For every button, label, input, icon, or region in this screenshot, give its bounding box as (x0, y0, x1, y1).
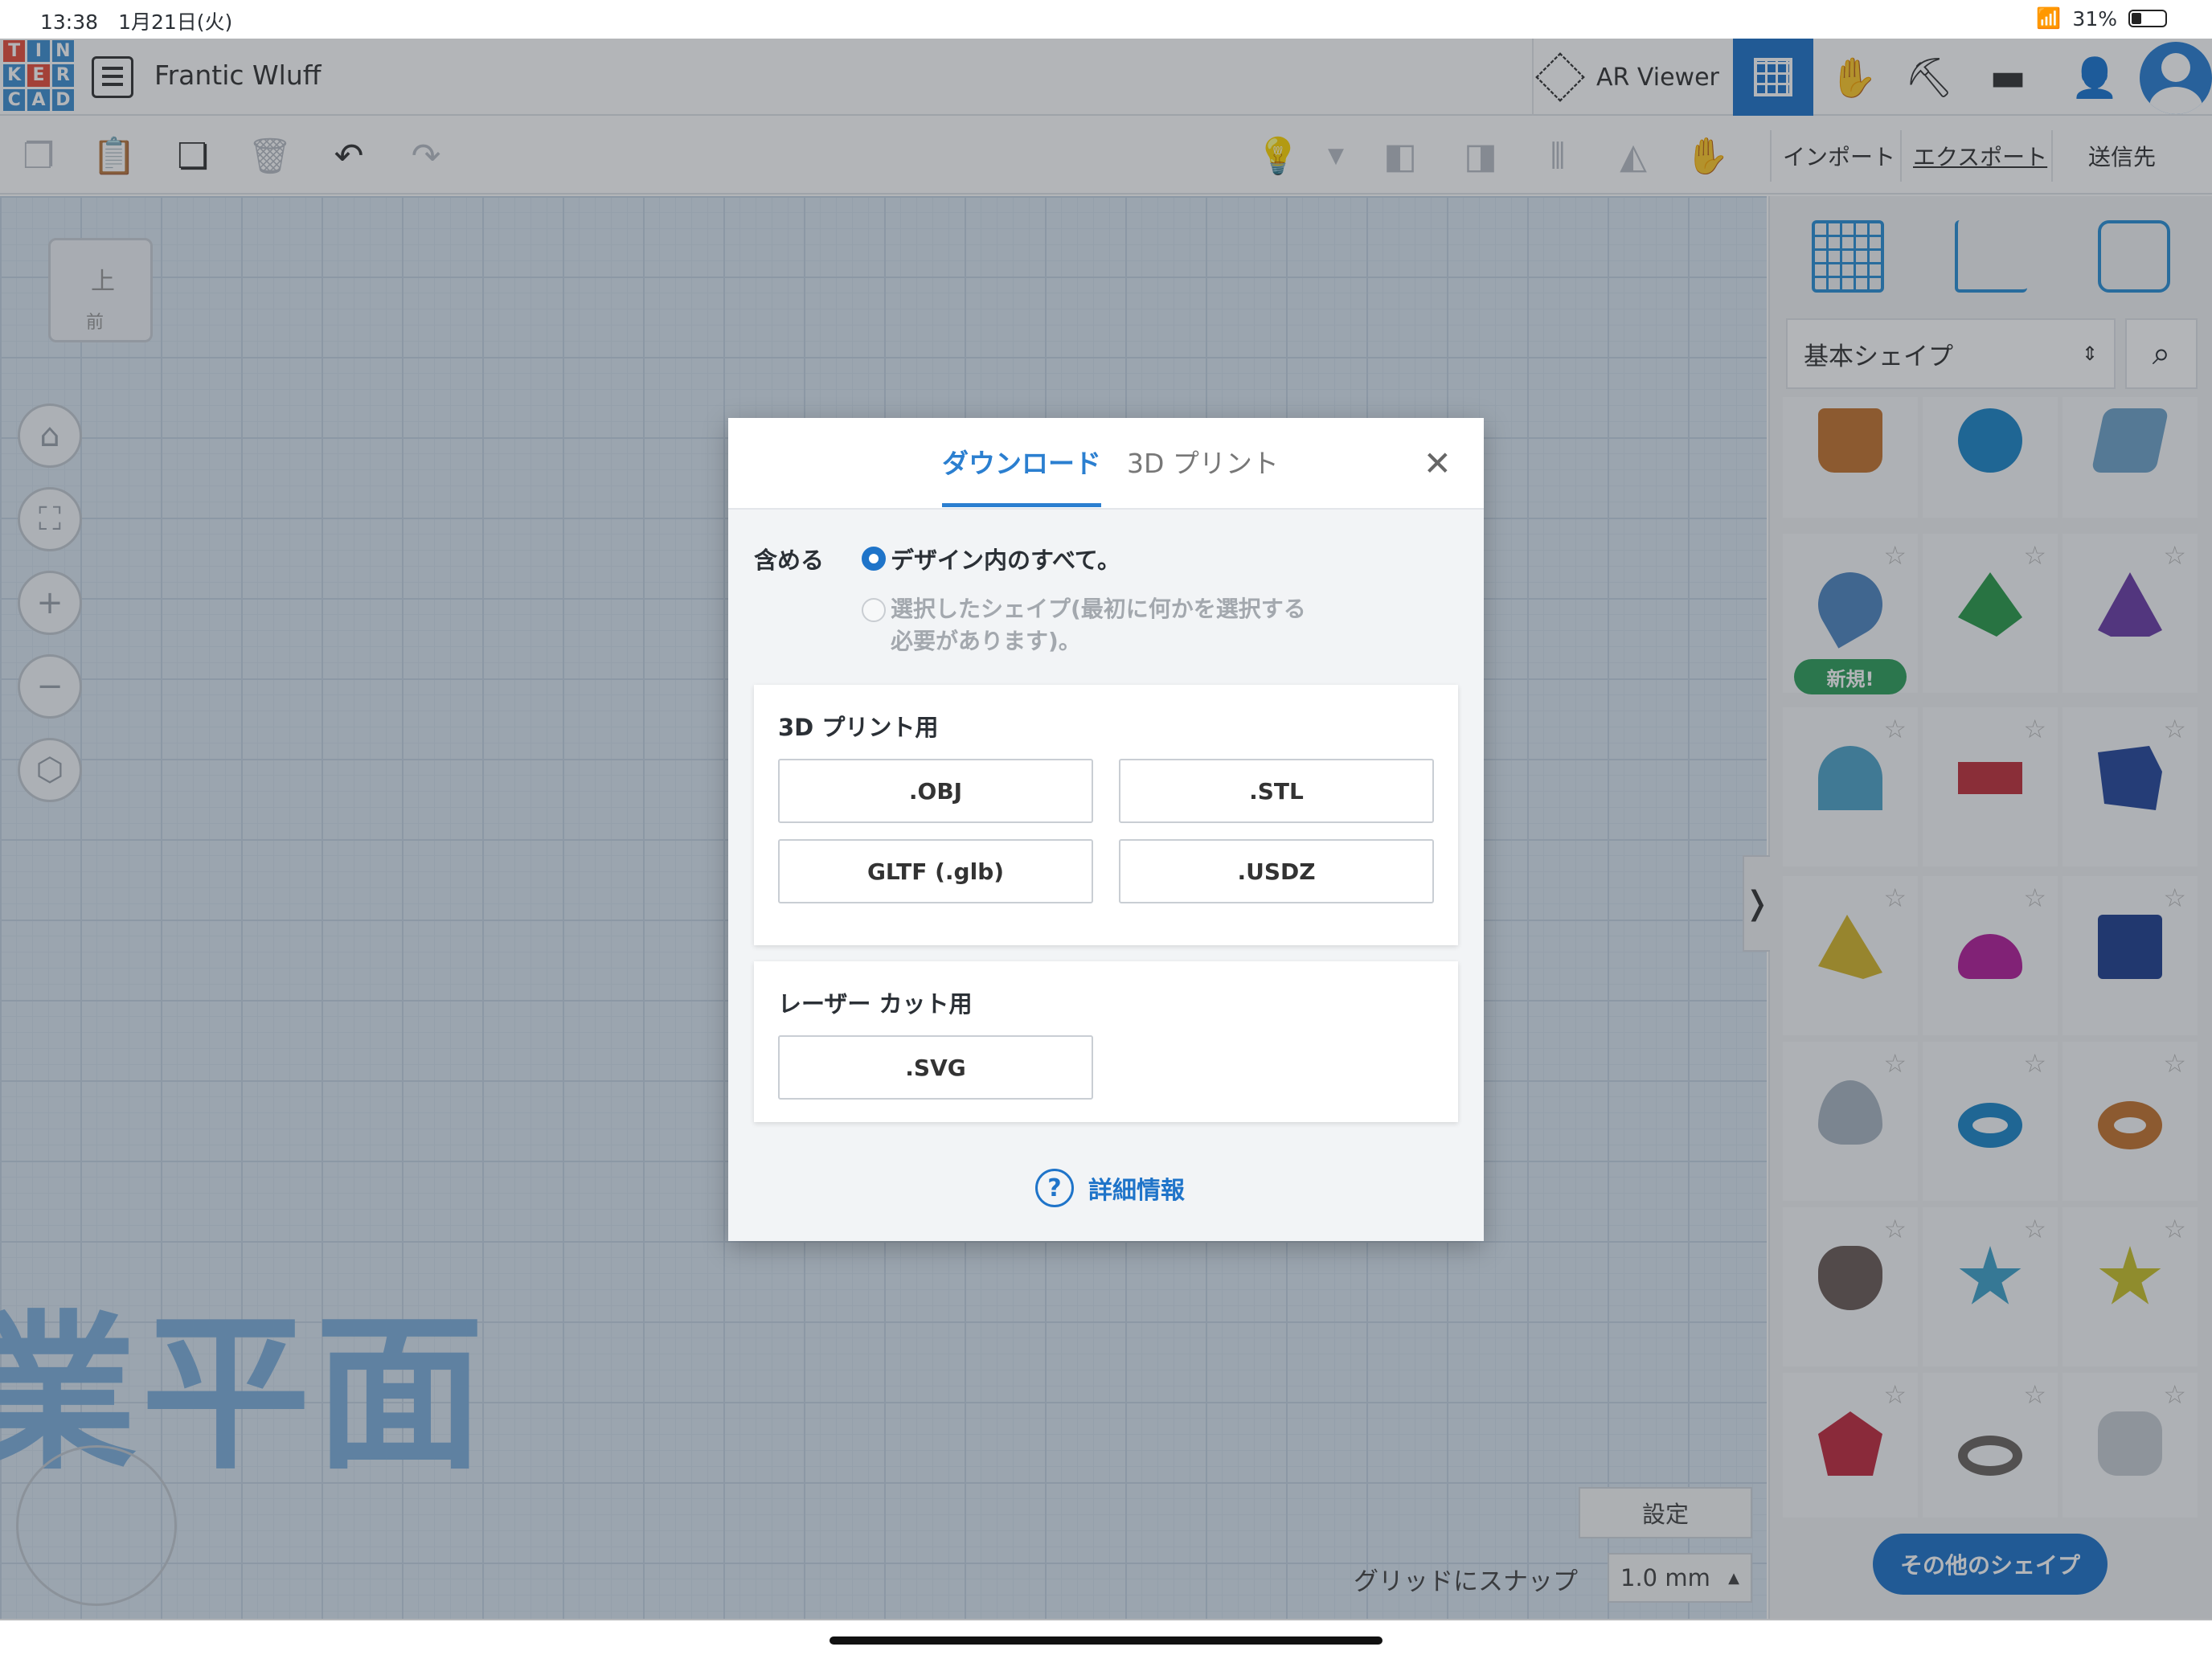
print-formats-card: 3D プリント用 .OBJ .STL GLTF (.glb) .USDZ (754, 685, 1458, 945)
laser-section-title: レーザー カット用 (778, 990, 973, 1018)
stl-button[interactable]: .STL (1119, 759, 1434, 823)
home-indicator (830, 1636, 1382, 1645)
laser-formats-card: レーザー カット用 .SVG (754, 961, 1458, 1122)
gltf-button[interactable]: GLTF (.glb) (778, 839, 1093, 903)
close-icon[interactable]: ✕ (1423, 444, 1452, 483)
dialog-header: ダウンロード 3D プリント ✕ (728, 418, 1484, 510)
tab-3d-print[interactable]: 3D プリント (1127, 442, 1279, 481)
status-right: 📶 31% (2036, 6, 2167, 31)
usdz-button[interactable]: .USDZ (1119, 839, 1434, 903)
obj-button[interactable]: .OBJ (778, 759, 1093, 823)
include-label: 含める (754, 547, 825, 574)
export-dialog: ダウンロード 3D プリント ✕ 含める デザイン内のすべて。 選択したシェイプ… (728, 418, 1484, 1241)
wifi-icon: 📶 (2036, 6, 2062, 30)
status-time: 13:38 1月21日(火) (40, 10, 233, 34)
print-section-title: 3D プリント用 (778, 714, 939, 741)
battery-icon (2128, 10, 2167, 27)
battery-percent: 31% (2072, 6, 2117, 31)
tab-download[interactable]: ダウンロード (942, 442, 1101, 507)
radio-selected[interactable] (862, 598, 886, 622)
svg-button[interactable]: .SVG (778, 1035, 1093, 1100)
radio-all[interactable] (862, 547, 886, 571)
help-label: 詳細情報 (1088, 1177, 1185, 1205)
help-link[interactable]: ? 詳細情報 (1035, 1169, 1185, 1207)
option-selected-label: 選択したシェイプ(最初に何かを選択する必要があります)。 (891, 596, 1306, 654)
status-bar: 13:38 1月21日(火) 📶 31% (0, 0, 2212, 39)
option-all-label[interactable]: デザイン内のすべて。 (891, 542, 1120, 576)
question-icon: ? (1035, 1169, 1074, 1207)
